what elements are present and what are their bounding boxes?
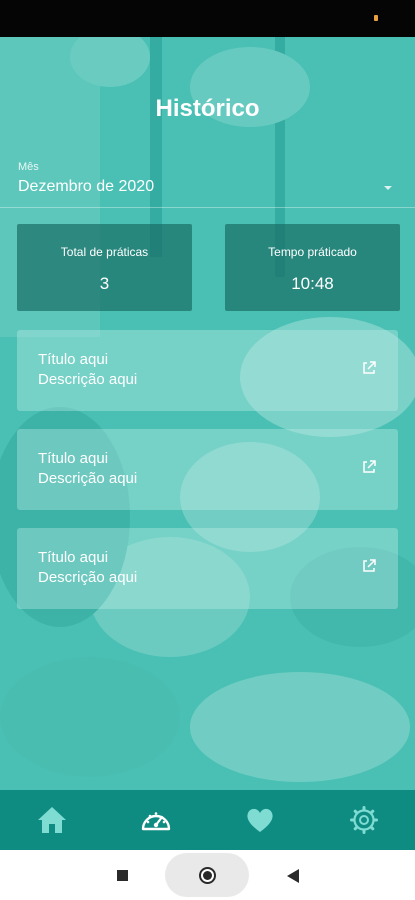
history-item[interactable]: Título aqui Descrição aqui [17, 330, 398, 411]
total-practices-value: 3 [99, 274, 110, 293]
history-item-description: Descrição aqui [38, 371, 138, 388]
history-screen: Histórico Mês Dezembro de 2020 Total de … [0, 37, 415, 850]
history-item-description: Descrição aqui [38, 569, 138, 586]
open-external-icon[interactable] [360, 557, 378, 575]
history-item[interactable]: Título aqui Descrição aqui [17, 528, 398, 609]
month-field-label: Mês [18, 161, 39, 173]
notification-dot [374, 15, 378, 21]
nav-home[interactable] [34, 802, 70, 838]
total-practices-label: Total de práticas [60, 245, 149, 259]
practice-time-value: 10:48 [291, 274, 334, 293]
background-tint [0, 37, 415, 790]
history-item-description: Descrição aqui [38, 470, 138, 487]
recent-apps-button[interactable] [117, 870, 128, 881]
history-item-title: Título aqui [38, 351, 109, 368]
open-external-icon[interactable] [360, 458, 378, 476]
history-item-title: Título aqui [38, 549, 109, 566]
practice-time-label: Tempo práticado [268, 245, 357, 259]
open-external-icon[interactable] [360, 359, 378, 377]
nav-settings[interactable] [346, 802, 382, 838]
month-select[interactable]: Dezembro de 2020 [18, 178, 154, 196]
nav-dashboard[interactable] [138, 802, 174, 838]
home-icon [38, 807, 66, 833]
status-bar [0, 0, 415, 37]
dashboard-gauge-icon [141, 812, 171, 831]
practice-time-card: Tempo práticado 10:48 [225, 224, 400, 311]
page-title: Histórico [155, 95, 260, 122]
bottom-navigation [0, 790, 415, 850]
heart-icon [247, 808, 273, 832]
settings-gear-icon [350, 806, 378, 834]
back-button[interactable] [287, 869, 299, 883]
nav-favorites[interactable] [242, 802, 278, 838]
history-item[interactable]: Título aqui Descrição aqui [17, 429, 398, 510]
month-field-underline [0, 207, 415, 208]
total-practices-card: Total de práticas 3 [17, 224, 192, 311]
home-button[interactable] [199, 867, 216, 884]
dropdown-arrow-icon[interactable] [384, 186, 392, 190]
history-item-title: Título aqui [38, 450, 109, 467]
system-navigation-bar [0, 850, 415, 900]
